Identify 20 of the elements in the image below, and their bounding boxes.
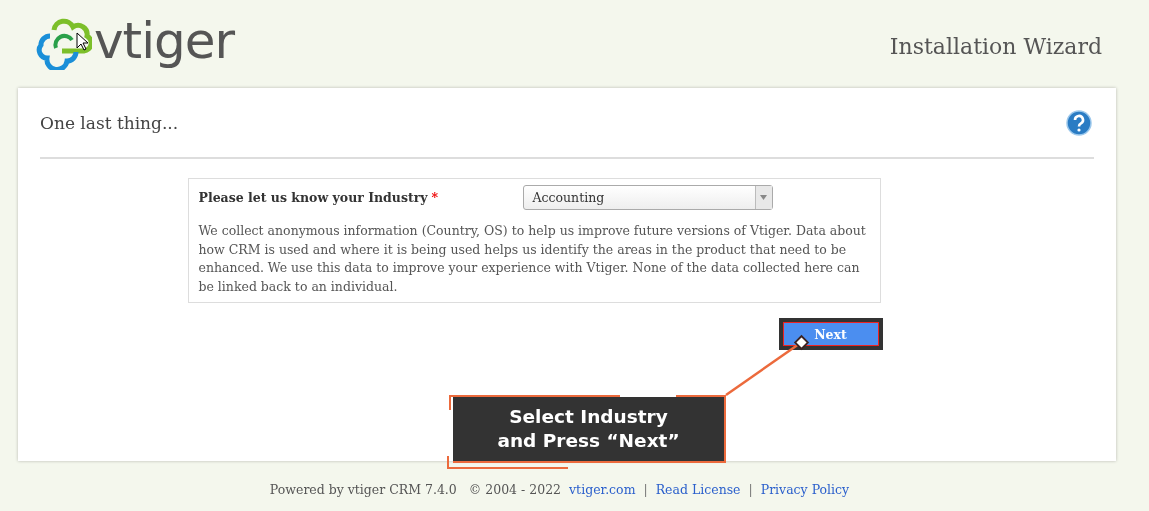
help-icon[interactable] (1066, 109, 1092, 136)
cloud-logo-icon (36, 18, 92, 70)
industry-dropdown[interactable]: Accounting (522, 185, 773, 210)
next-button[interactable]: Next (778, 318, 883, 350)
copyright-text: © 2004 - 2022 (468, 482, 562, 497)
section-heading: One last thing... (40, 112, 179, 133)
separator: | (748, 482, 753, 497)
powered-by-text: Powered by vtiger CRM 7.4.0 (269, 482, 457, 497)
field-label: Please let us know your Industry (198, 190, 428, 205)
footer-link[interactable]: vtiger.com (569, 482, 636, 497)
privacy-notice: We collect anonymous information (Country, OS) to help us improve future versions of Vtiger. Data about how CRM is used and where it is being used helps us identify the areas in the product that need to be enhanced. We use this data to improve your experience with Vtiger. None of the data collected here can be linked back to an individual. (198, 222, 867, 296)
separator: | (643, 482, 648, 497)
footer-link[interactable]: Read License (655, 482, 741, 497)
mouse-cursor-icon (76, 32, 89, 51)
caret-icon (760, 195, 767, 200)
page-title: Installation Wizard (889, 33, 1102, 59)
required-mark: * (431, 190, 439, 205)
footer-link[interactable]: Privacy Policy (760, 482, 850, 497)
callout-box: Select Industry and Press “Next” (453, 397, 726, 463)
logo-wordmark: vtiger (94, 16, 235, 66)
